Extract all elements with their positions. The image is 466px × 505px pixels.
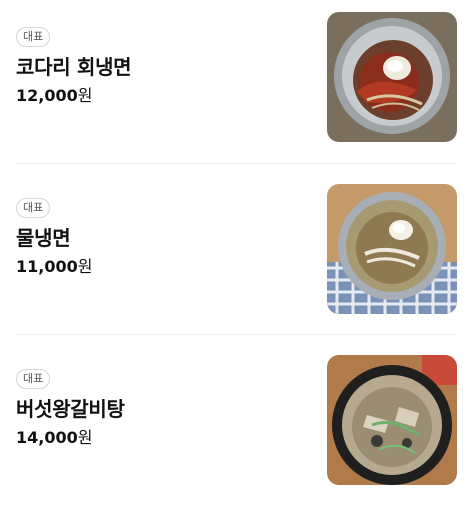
price-unit: 원 (77, 86, 93, 105)
price-number: 14,000 (16, 428, 78, 447)
menu-text: 대표 물냉면 11,000원 (16, 196, 306, 278)
price-unit: 원 (77, 257, 93, 276)
signature-badge: 대표 (16, 27, 51, 47)
menu-item-kodari-hoe-naengmyeon[interactable]: 대표 코다리 회냉면 12,000원 (16, 0, 457, 163)
menu-price: 11,000원 (16, 256, 306, 278)
menu-name: 물냉면 (16, 226, 71, 250)
menu-text: 대표 버섯왕갈비탕 14,000원 (16, 367, 306, 449)
food-photo-icon (327, 12, 457, 142)
signature-badge: 대표 (16, 198, 51, 218)
price-unit: 원 (77, 428, 93, 447)
food-photo-icon (327, 184, 457, 314)
menu-name: 코다리 회냉면 (16, 55, 132, 79)
menu-name: 버섯왕갈비탕 (16, 397, 125, 421)
menu-item-mul-naengmyeon[interactable]: 대표 물냉면 11,000원 (16, 163, 457, 334)
food-photo-icon (327, 355, 457, 485)
menu-photo[interactable] (327, 184, 457, 314)
menu-item-beoseot-wanggalbitang[interactable]: 대표 버섯왕갈비탕 14,000원 (16, 334, 457, 505)
menu-list: 대표 코다리 회냉면 12,000원 대표 물냉면 11,000원 대표 버섯왕… (0, 0, 466, 505)
price-number: 12,000 (16, 86, 78, 105)
menu-price: 14,000원 (16, 427, 306, 449)
menu-text: 대표 코다리 회냉면 12,000원 (16, 25, 306, 107)
menu-photo[interactable] (327, 12, 457, 142)
price-number: 11,000 (16, 257, 78, 276)
menu-photo[interactable] (327, 355, 457, 485)
signature-badge: 대표 (16, 369, 51, 389)
menu-price: 12,000원 (16, 85, 306, 107)
